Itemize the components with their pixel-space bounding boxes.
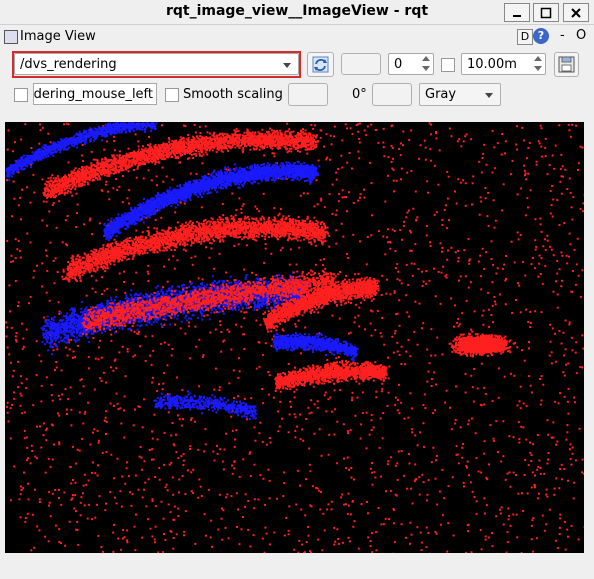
refresh-icon [308,53,333,76]
blank-field-1[interactable] [341,53,381,75]
maximize-icon [540,7,552,19]
maximize-button[interactable] [533,3,559,22]
color-scheme-combobox[interactable]: Gray [419,83,501,106]
image-view-icon [4,30,18,44]
mouse-topic-value: endering_mouse_left [33,87,153,102]
spin-box[interactable]: 0 [388,53,434,75]
status-bar [5,556,584,576]
save-button[interactable] [554,52,579,77]
mouse-publish-checkbox[interactable] [14,88,28,102]
refresh-button[interactable] [307,52,334,77]
topic-highlight-box [12,51,301,78]
dock-header: Image View D ? - O [0,28,594,46]
spin-up-icon[interactable] [422,56,430,61]
mouse-topic-field[interactable]: endering_mouse_left [33,83,157,105]
dock-close-button[interactable]: O [576,28,586,43]
rotation-label: 0° [352,87,367,102]
dock-title: Image View [20,29,96,44]
minimize-button[interactable] [504,3,530,22]
max-range-value: 10.00m [467,57,517,72]
max-range-checkbox[interactable] [441,58,455,72]
close-icon [570,7,582,19]
dock-minimize-button[interactable]: - [560,28,565,43]
save-icon [555,53,578,76]
event-image[interactable] [5,122,584,553]
spin-down-icon[interactable] [534,66,542,71]
smooth-scaling-checkbox[interactable] [165,88,179,102]
help-icon[interactable]: ? [533,28,549,44]
max-range-spinbox[interactable]: 10.00m [461,53,546,75]
title-bar: rqt_image_view__ImageView - rqt [0,0,594,25]
rotate-left-button[interactable] [288,83,328,106]
spin-value: 0 [394,57,402,72]
smooth-scaling-label: Smooth scaling [183,87,283,102]
color-scheme-value: Gray [425,87,456,102]
image-display[interactable] [5,122,584,553]
spin-up-icon[interactable] [534,56,542,61]
close-button[interactable] [563,3,589,22]
chevron-down-icon [485,93,493,98]
dock-d-button[interactable]: D [517,29,533,45]
rotate-right-button[interactable] [372,83,412,106]
spin-down-icon[interactable] [422,66,430,71]
minimize-icon [511,7,523,19]
